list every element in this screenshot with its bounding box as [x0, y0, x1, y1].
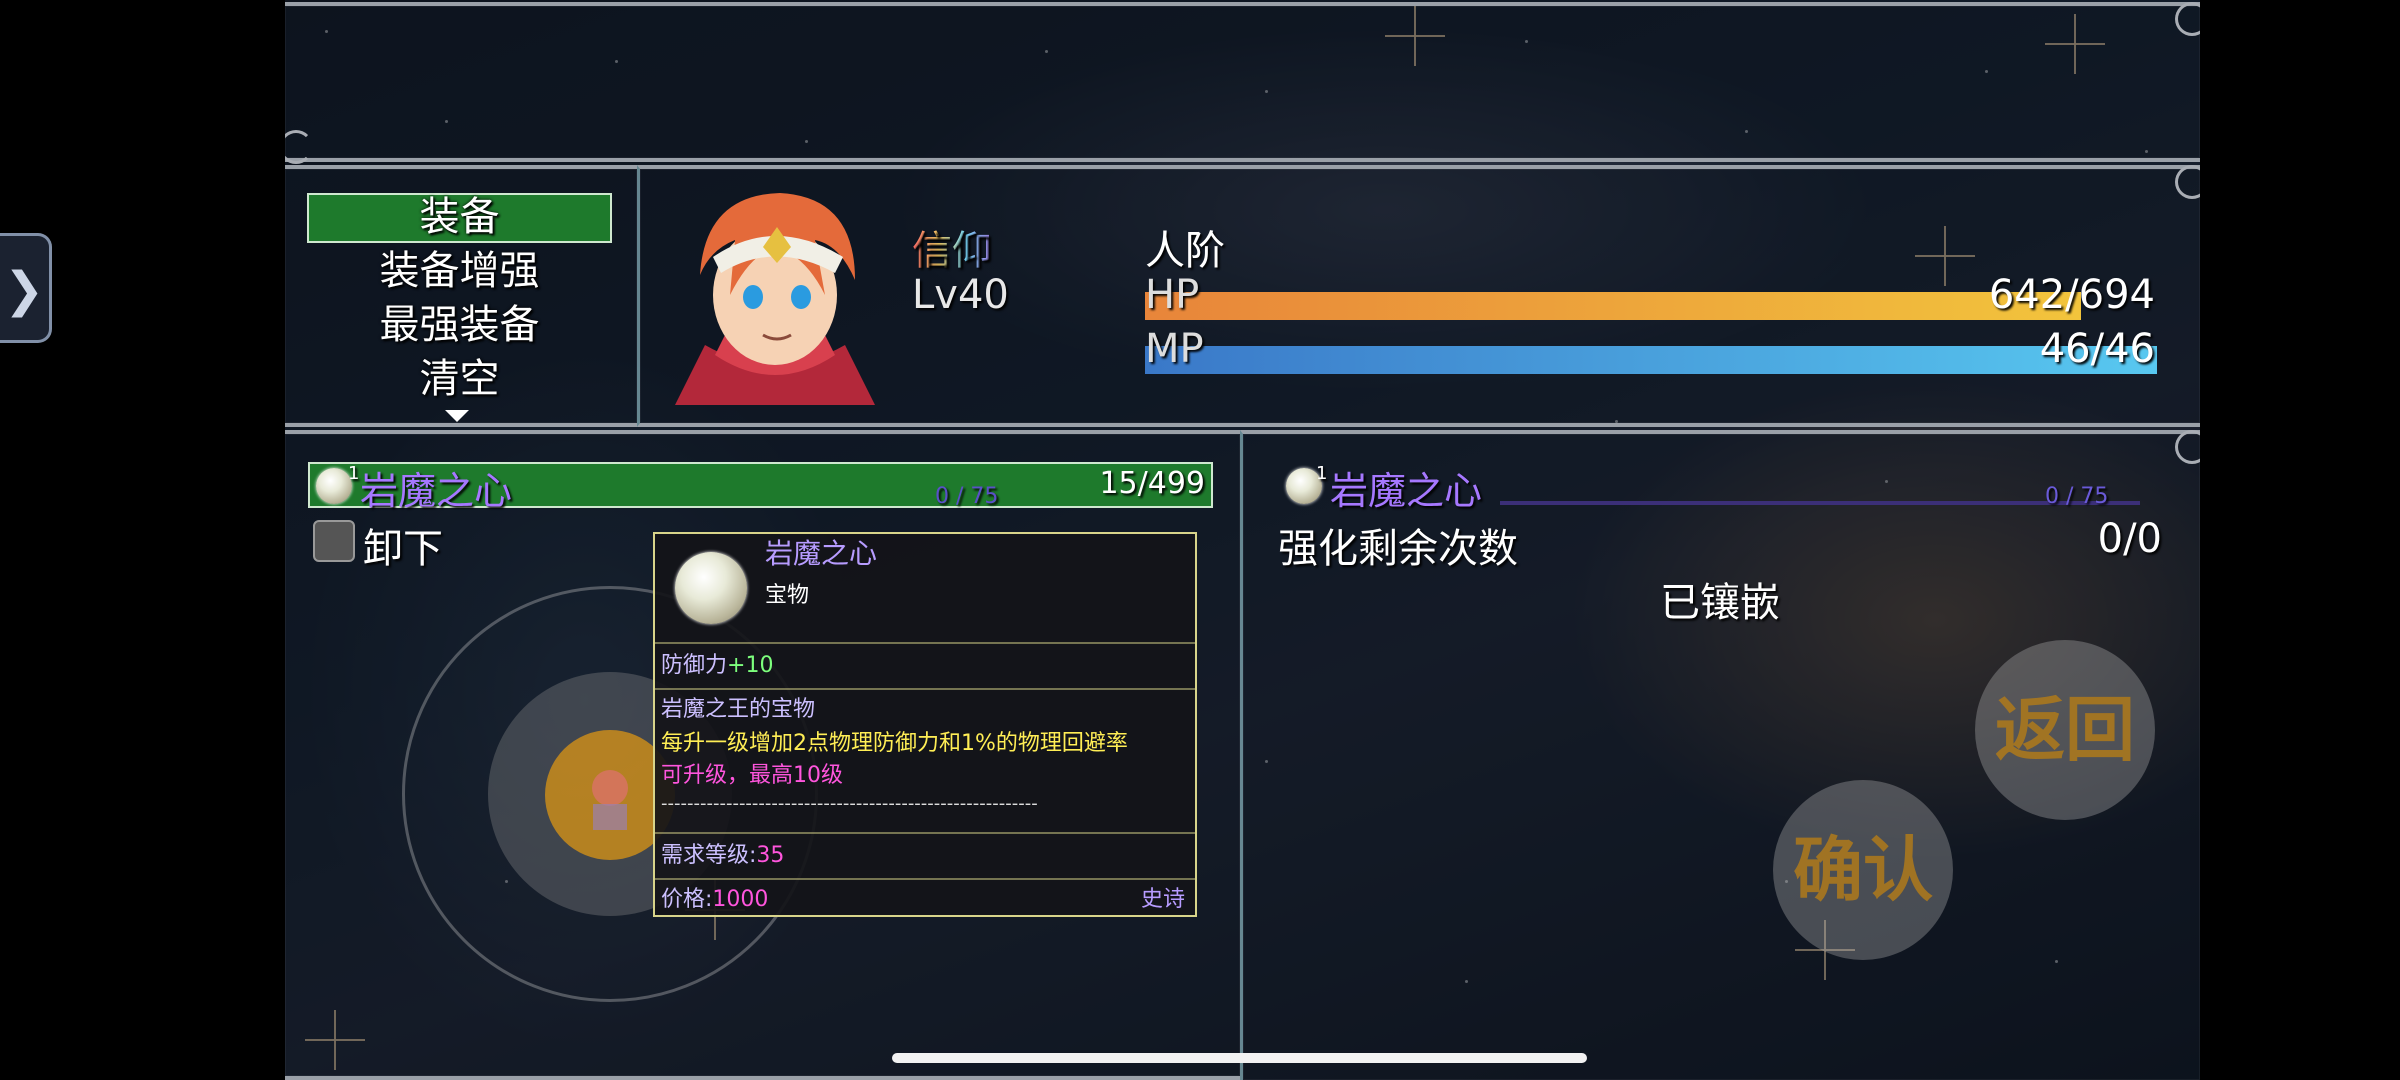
hp-label: HP — [1145, 272, 1200, 318]
menu-item-enhance[interactable]: 装备增强 — [307, 246, 612, 296]
actor-class: 人阶 — [1145, 228, 1225, 274]
side-drawer-tab[interactable]: ❯ — [0, 233, 52, 343]
slot-item-name: 岩魔之心 — [360, 469, 513, 513]
menu-item-optimize[interactable]: 最强装备 — [307, 300, 612, 350]
chevron-right-icon: ❯ — [4, 262, 45, 318]
right-slot-item-name: 岩魔之心 — [1330, 469, 1483, 513]
gem-icon — [675, 552, 747, 624]
home-indicator[interactable] — [892, 1053, 1587, 1063]
unequip-checkbox[interactable] — [313, 520, 355, 562]
right-slot-exp: 0 / 75 — [2045, 484, 2109, 509]
mp-value: 46/46 — [2039, 326, 2155, 372]
mp-label: MP — [1145, 326, 1204, 372]
actor-name: 信仰 — [912, 218, 992, 276]
top-help-window — [285, 2, 2200, 162]
tooltip-requirement: 需求等级:35 — [661, 843, 785, 868]
menu-item-equip[interactable]: 装备 — [307, 193, 612, 243]
menu-item-clear[interactable]: 清空 — [307, 354, 612, 404]
tooltip-rarity: 史诗 — [1140, 887, 1185, 912]
tooltip-price: 价格:1000 — [661, 887, 769, 912]
tooltip-item-name: 岩魔之心 — [765, 537, 878, 570]
slot-count: 1 — [348, 463, 360, 484]
right-slot-count: 1 — [1316, 463, 1328, 484]
actor-level: Lv40 — [912, 272, 1009, 318]
enhance-remaining-label: 强化剩余次数 — [1278, 526, 1518, 572]
back-button[interactable]: 返回 — [1975, 640, 2155, 820]
enhance-remaining-value: 0/0 — [2097, 516, 2162, 562]
unequip-label[interactable]: 卸下 — [363, 516, 443, 574]
confirm-button[interactable]: 确认 — [1773, 780, 1953, 960]
socket-status: 已镶嵌 — [1660, 580, 1780, 626]
tooltip-defense-label: 防御力+10 — [661, 653, 774, 678]
tooltip-desc-title: 岩魔之王的宝物 — [661, 697, 816, 722]
slot-value: 15/499 — [1099, 466, 1205, 501]
tooltip-item-type: 宝物 — [765, 583, 810, 608]
gem-icon — [316, 468, 352, 504]
slot-exp: 0 / 75 — [935, 484, 999, 509]
tooltip-defense-value: +10 — [727, 653, 774, 678]
hp-value: 642/694 — [1988, 272, 2155, 318]
tooltip-separator: ----------------------------------------… — [661, 793, 1038, 814]
actor-portrait — [665, 185, 885, 405]
tooltip-desc-effect: 每升一级增加2点物理防御力和1%的物理回避率 — [661, 731, 1128, 756]
triangle-down-icon[interactable] — [445, 410, 469, 422]
item-tooltip: 岩魔之心 宝物 防御力+10 岩魔之王的宝物 每升一级增加2点物理防御力和1%的… — [653, 532, 1197, 917]
right-exp-bar — [1500, 501, 2140, 505]
